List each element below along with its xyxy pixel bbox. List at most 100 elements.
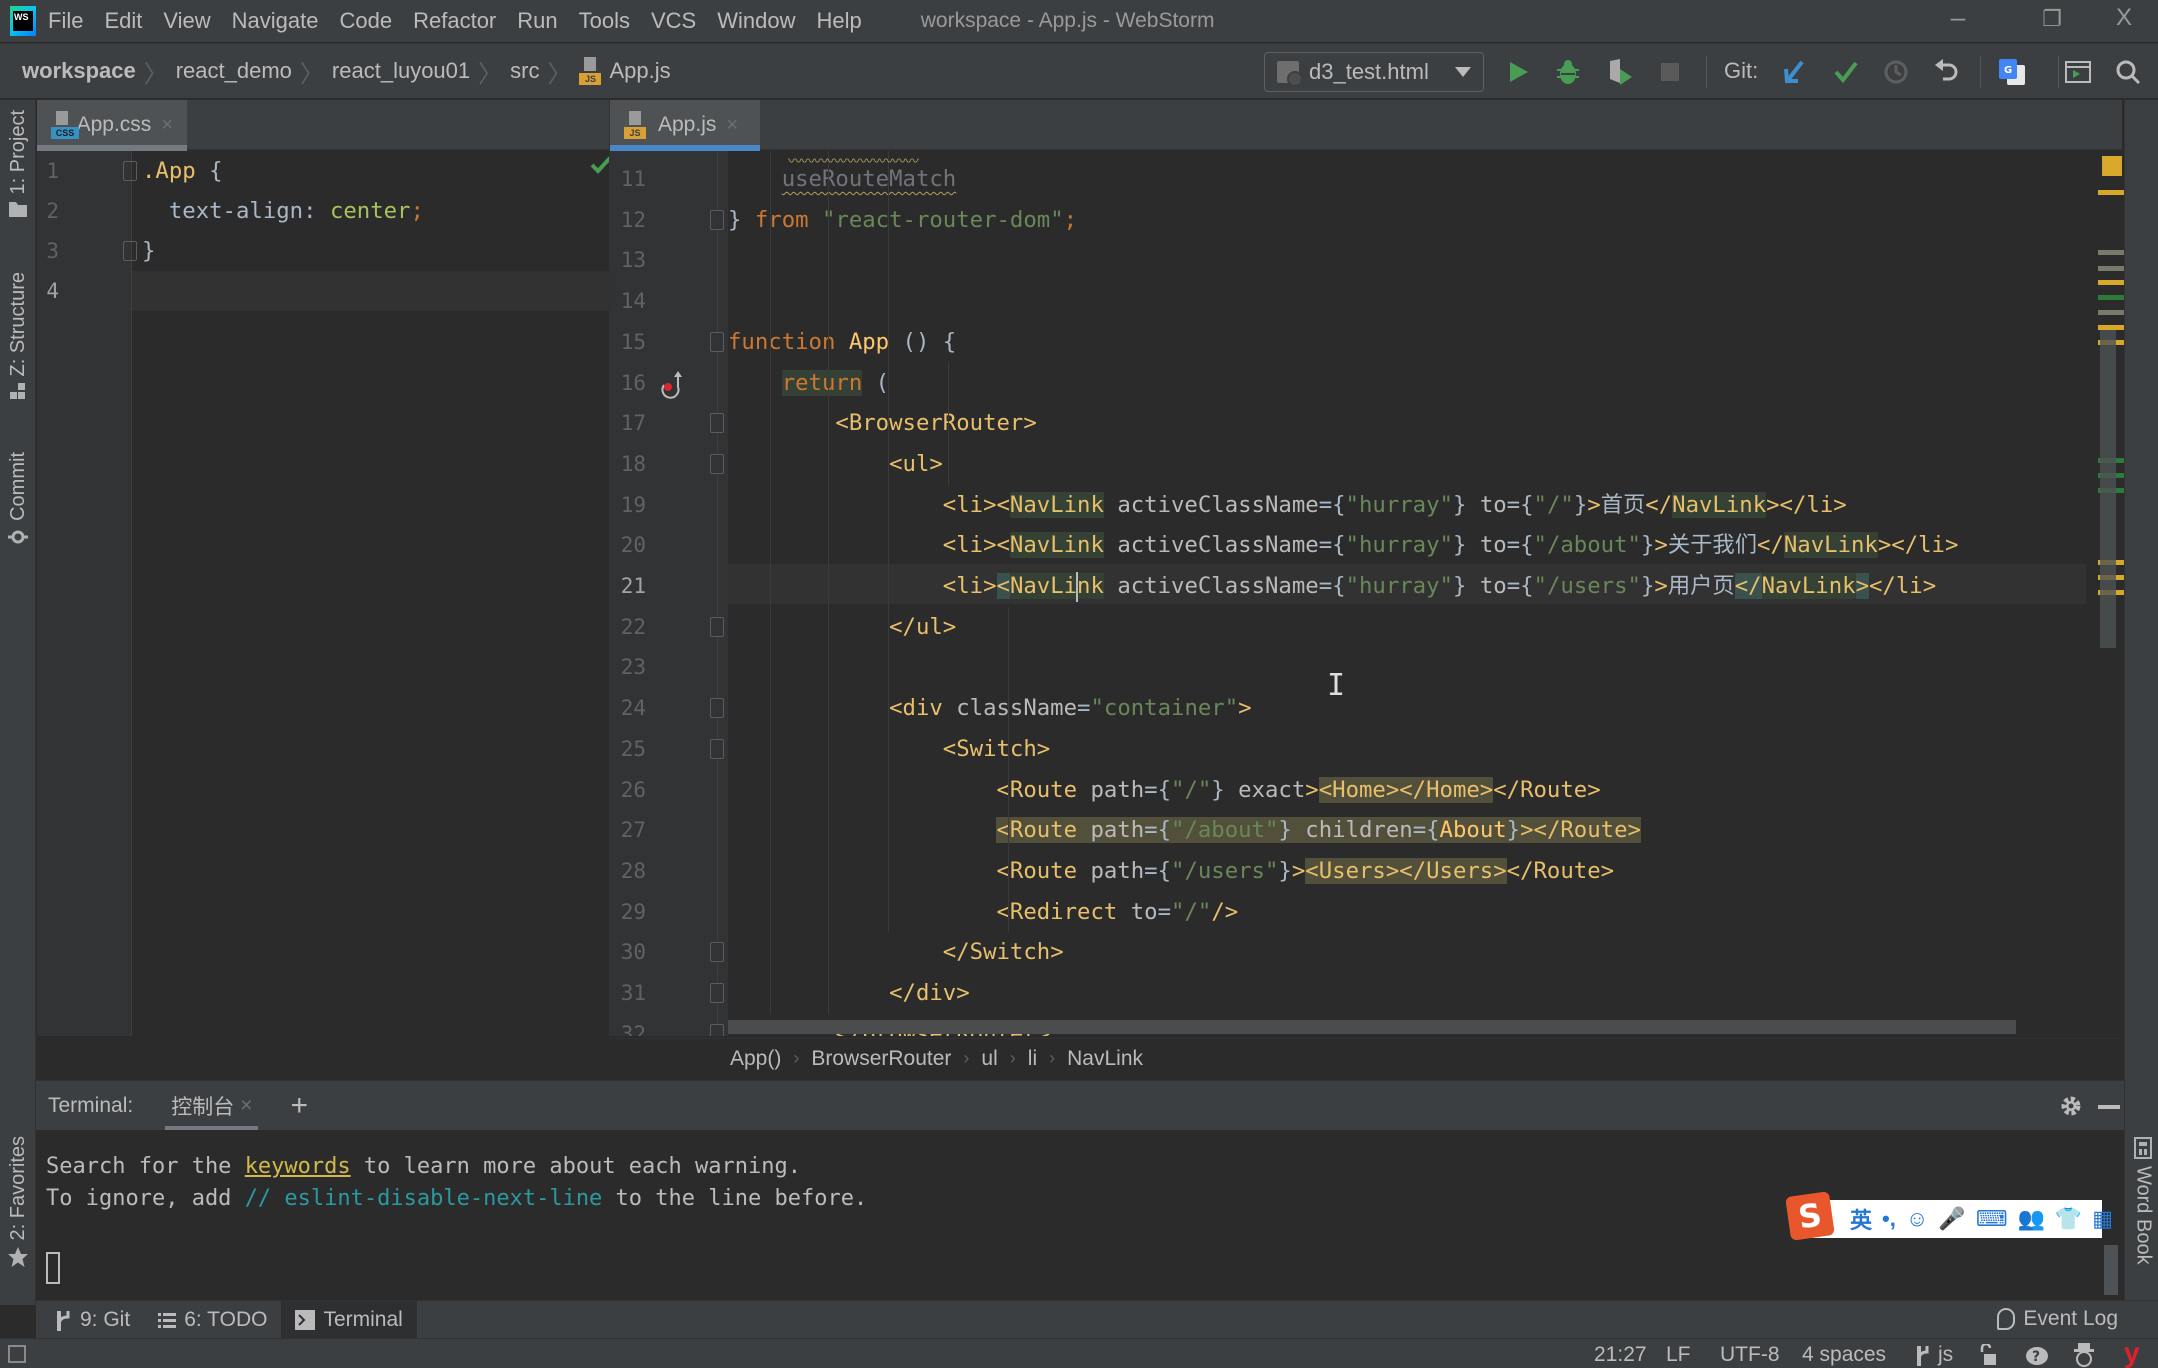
breadcrumb-src[interactable]: src xyxy=(510,58,539,84)
code-breadcrumb-item[interactable]: ul xyxy=(981,1047,997,1071)
search-everywhere-button[interactable] xyxy=(2112,56,2144,88)
code-breadcrumb-item[interactable]: BrowserRouter xyxy=(811,1047,951,1071)
tool-window-project[interactable]: 1: Project xyxy=(0,110,36,218)
ime-voice-icon[interactable]: 🎤 xyxy=(1938,1206,1965,1232)
terminal-session-tab[interactable]: 控制台 × xyxy=(165,1081,259,1131)
git-commit-button[interactable] xyxy=(1830,56,1862,88)
fold-marker-icon[interactable] xyxy=(710,331,724,352)
sogou-logo-icon[interactable]: S xyxy=(1785,1191,1835,1241)
caret-position[interactable]: 21:27 xyxy=(1594,1343,1647,1367)
fold-marker-icon[interactable] xyxy=(710,698,724,719)
ime-toolbox-icon[interactable]: ▦ xyxy=(2092,1206,2113,1232)
hide-panel-button[interactable] xyxy=(2098,1105,2120,1109)
error-stripe-mark[interactable] xyxy=(2098,250,2124,255)
ime-toolbar[interactable]: S 英 •, ☺ 🎤 ⌨ 👥 👕 ▦ xyxy=(1785,1191,2113,1241)
ime-user-icon[interactable]: 👥 xyxy=(2017,1206,2044,1232)
code-breadcrumb-item[interactable]: li xyxy=(1028,1047,1037,1071)
minimize-button[interactable]: – xyxy=(1938,2,1978,33)
code-breadcrumb-item[interactable]: NavLink xyxy=(1067,1047,1143,1071)
tab-app-js[interactable]: JS App.js × xyxy=(610,100,760,151)
event-log-button[interactable]: Event Log xyxy=(1997,1307,2118,1331)
run-button[interactable] xyxy=(1502,56,1534,88)
tool-window-todo[interactable]: 6: TODO xyxy=(144,1301,281,1339)
indent-setting[interactable]: 4 spaces xyxy=(1802,1343,1886,1367)
tab-app-css[interactable]: CSS App.css × xyxy=(37,100,187,151)
breadcrumb-workspace[interactable]: workspace xyxy=(22,58,136,84)
breadcrumb-app-js[interactable]: JS App.js xyxy=(579,57,671,85)
git-history-button[interactable] xyxy=(1880,56,1912,88)
error-stripe-mark[interactable] xyxy=(2098,266,2124,271)
coverage-button[interactable] xyxy=(1604,56,1636,88)
close-tab-icon[interactable]: × xyxy=(726,114,738,137)
new-session-button[interactable]: + xyxy=(290,1089,308,1123)
fold-marker-icon[interactable] xyxy=(710,1023,724,1036)
fold-marker-icon[interactable] xyxy=(710,453,724,474)
tool-window-git[interactable]: 9: Git xyxy=(42,1301,144,1339)
git-update-button[interactable] xyxy=(1778,56,1810,88)
vertical-scrollbar-thumb[interactable] xyxy=(2100,330,2116,648)
ime-punctuation-icon[interactable]: •, xyxy=(1882,1206,1896,1232)
close-button[interactable]: X xyxy=(2104,4,2144,32)
tool-window-commit[interactable]: Commit xyxy=(0,452,36,547)
menu-file[interactable]: File xyxy=(48,8,83,34)
fold-marker-icon[interactable] xyxy=(710,942,724,963)
gear-icon[interactable] xyxy=(2058,1093,2084,1119)
terminal-window-button[interactable] xyxy=(2062,56,2094,88)
line-separator[interactable]: LF xyxy=(1666,1343,1691,1367)
menu-code[interactable]: Code xyxy=(340,8,393,34)
run-configuration-dropdown[interactable]: d3_test.html xyxy=(1264,52,1484,92)
fold-marker-icon[interactable] xyxy=(710,413,724,434)
menu-run[interactable]: Run xyxy=(517,8,557,34)
toggle-tool-windows-icon[interactable] xyxy=(8,1345,26,1363)
ime-keyboard-icon[interactable]: ⌨ xyxy=(1976,1206,2008,1232)
translate-button[interactable]: G xyxy=(1996,56,2028,88)
fold-marker-icon[interactable] xyxy=(710,209,724,230)
warning-status-icon[interactable] xyxy=(2102,156,2122,176)
code-breadcrumb-item[interactable]: App() xyxy=(730,1047,781,1071)
yandex-icon[interactable]: y xyxy=(2124,1337,2140,1368)
close-session-icon[interactable]: × xyxy=(240,1094,252,1118)
css-editor[interactable]: 1 .App {2 text-align: center; 3} 4 xyxy=(37,151,609,1036)
error-stripe-mark[interactable] xyxy=(2098,280,2124,285)
terminal-link[interactable]: keywords xyxy=(245,1154,351,1179)
vcs-branch[interactable]: js xyxy=(1916,1343,1953,1367)
menu-navigate[interactable]: Navigate xyxy=(232,8,319,34)
js-editor[interactable]: 11 useRouteMatch 12} from "react-router-d… xyxy=(610,151,2086,1036)
ime-skin-icon[interactable]: 👕 xyxy=(2055,1206,2082,1232)
menu-edit[interactable]: Edit xyxy=(104,8,142,34)
fold-marker-icon[interactable] xyxy=(710,616,724,637)
tool-window-favorites[interactable]: 2: Favorites xyxy=(0,1136,36,1268)
close-tab-icon[interactable]: × xyxy=(161,114,173,137)
git-rollback-button[interactable] xyxy=(1930,56,1962,88)
debug-button[interactable] xyxy=(1552,56,1584,88)
lock-open-icon[interactable] xyxy=(1978,1344,1998,1366)
error-stripe-mark[interactable] xyxy=(2098,295,2124,300)
menu-view[interactable]: View xyxy=(163,8,210,34)
terminal-scrollbar-thumb[interactable] xyxy=(2104,1245,2118,1295)
menu-help[interactable]: Help xyxy=(816,8,861,34)
breadcrumb-react-demo[interactable]: react_demo xyxy=(176,58,292,84)
horizontal-scrollbar-thumb[interactable] xyxy=(728,1020,2016,1034)
ime-language-toggle[interactable]: 英 xyxy=(1850,1203,1872,1235)
fold-marker-icon[interactable] xyxy=(710,738,724,759)
fold-marker-icon[interactable] xyxy=(710,983,724,1003)
fold-end-icon[interactable] xyxy=(123,241,137,261)
help-cloud-icon[interactable]: ? xyxy=(2024,1343,2052,1367)
stop-button[interactable] xyxy=(1654,56,1686,88)
menu-tools[interactable]: Tools xyxy=(579,8,630,34)
recursive-call-icon[interactable] xyxy=(658,371,684,399)
menu-window[interactable]: Window xyxy=(717,8,795,34)
menu-vcs[interactable]: VCS xyxy=(651,8,696,34)
error-stripe-mark[interactable] xyxy=(2098,310,2124,315)
file-encoding[interactable]: UTF-8 xyxy=(1720,1343,1780,1367)
fold-collapse-icon[interactable] xyxy=(123,161,137,181)
tool-window-word-book[interactable]: Word Book xyxy=(2125,1136,2158,1265)
menu-refactor[interactable]: Refactor xyxy=(413,8,496,34)
restore-button[interactable]: ❐ xyxy=(2032,6,2072,32)
breadcrumb-react-luyou01[interactable]: react_luyou01 xyxy=(332,58,470,84)
inspector-icon[interactable] xyxy=(2072,1342,2096,1368)
error-stripe-mark[interactable] xyxy=(2098,190,2124,195)
tool-window-terminal[interactable]: Terminal xyxy=(281,1300,417,1339)
tool-window-structure[interactable]: Z: Structure xyxy=(0,272,36,400)
ime-emoji-icon[interactable]: ☺ xyxy=(1906,1206,1928,1232)
